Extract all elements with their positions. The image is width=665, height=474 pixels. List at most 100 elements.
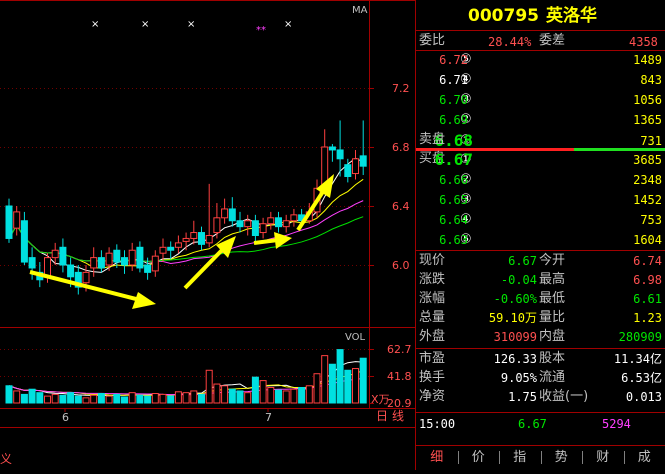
volume-bar xyxy=(268,387,274,403)
candle xyxy=(360,120,366,175)
vol-tick-1: 62.7 xyxy=(387,343,412,357)
volume-bar xyxy=(222,386,228,403)
candle xyxy=(237,212,243,233)
sell-level-price[interactable]: 6.72 xyxy=(439,53,468,67)
tab-4[interactable]: 财 xyxy=(582,445,624,470)
volume-bar xyxy=(145,396,151,403)
candle xyxy=(206,184,212,247)
candle xyxy=(214,203,220,238)
volume-bar xyxy=(160,394,166,403)
weicha-value: 4358 xyxy=(629,35,658,49)
stock-code: 000795 xyxy=(468,6,539,26)
quote-label: 涨幅 xyxy=(419,292,445,306)
fund-value: 6.53亿 xyxy=(621,371,662,385)
volume-bar xyxy=(114,394,120,403)
left-edge-tab[interactable]: 义 xyxy=(0,452,12,466)
volume-bar xyxy=(299,387,305,403)
volume-bar xyxy=(6,386,12,403)
tick-volume: 5294 xyxy=(602,417,631,431)
volume-bar xyxy=(360,358,366,403)
volume-bar xyxy=(314,374,320,403)
fund-label: 流通 xyxy=(539,371,565,385)
quote-value: 6.74 xyxy=(633,254,662,268)
sell-level-price[interactable]: 6.71 xyxy=(439,73,468,87)
volume-bar xyxy=(252,377,258,403)
candle xyxy=(337,120,343,176)
candle xyxy=(75,265,81,295)
volume-bar xyxy=(21,394,27,403)
sell-level-price[interactable]: 6.70 xyxy=(439,93,468,107)
quote-label: 最高 xyxy=(539,273,565,287)
price-tick-4: 6.0 xyxy=(392,259,410,273)
candle xyxy=(21,212,27,265)
volume-bar xyxy=(322,356,328,403)
tick-time: 15:00 xyxy=(419,417,455,431)
volume-bar xyxy=(168,396,174,403)
kline-chart-area[interactable]: × × × ** × MA 7.2 6.8 6.4 6.0 VOL 62.7 4… xyxy=(0,0,416,470)
volume-bar xyxy=(45,396,51,403)
buy-level-price[interactable]: 6.66 xyxy=(439,173,468,187)
candle xyxy=(183,233,189,251)
tab-1[interactable]: 价 xyxy=(458,445,500,470)
quote-label: 量比 xyxy=(539,311,565,325)
volume-bar xyxy=(106,396,112,403)
quote-label: 内盘 xyxy=(539,330,565,344)
candle xyxy=(245,215,251,236)
price-tick-3: 6.4 xyxy=(392,200,410,214)
period-tab-line[interactable]: 线 xyxy=(392,409,404,423)
candle xyxy=(137,241,143,272)
buy-level-volume: 1604 xyxy=(633,233,662,247)
tab-2[interactable]: 指 xyxy=(499,445,541,470)
volume-bar xyxy=(237,391,243,403)
quote-value: 1.23 xyxy=(633,311,662,325)
quote-panel: 000795 英洛华 委比 28.44% 委差 4358 ⑤6.721489④6… xyxy=(416,0,665,445)
volume-bar xyxy=(229,389,235,403)
tab-3[interactable]: 势 xyxy=(541,445,583,470)
quote-label: 总量 xyxy=(419,311,445,325)
volume-bar xyxy=(60,395,66,403)
fund-value: 126.33 xyxy=(494,352,537,366)
buy-level-price[interactable]: 6.67 xyxy=(434,151,473,168)
marker-x-4: × xyxy=(284,18,292,32)
price-tick-1: 7.2 xyxy=(392,82,410,96)
vol-label: VOL xyxy=(345,331,365,345)
marker-x-3: × xyxy=(187,18,195,32)
sell-level-price[interactable]: 6.69 xyxy=(439,113,468,127)
fund-label: 股本 xyxy=(539,352,565,366)
kline-chart-svg[interactable] xyxy=(0,0,416,470)
volume-bar xyxy=(283,391,289,403)
quote-label: 最低 xyxy=(539,292,565,306)
sell-label: 卖盘 xyxy=(419,133,445,147)
buy-level-price[interactable]: 6.65 xyxy=(439,193,468,207)
volume-bar xyxy=(83,398,89,403)
period-tab-day[interactable]: 日 xyxy=(376,409,388,423)
tick-price: 6.67 xyxy=(518,417,547,431)
candle xyxy=(276,212,282,233)
tab-5[interactable]: 成 xyxy=(624,445,665,470)
candle xyxy=(283,215,289,233)
volume-bar xyxy=(122,397,128,403)
marker-x-1: × xyxy=(91,18,99,32)
fund-label: 净资 xyxy=(419,390,445,404)
buy-level-price[interactable]: 6.63 xyxy=(439,233,468,247)
quote-label: 现价 xyxy=(419,254,445,268)
volume-bar xyxy=(306,386,312,403)
volume-bar xyxy=(329,364,335,403)
volume-bar xyxy=(276,390,282,403)
buy-level-volume: 3685 xyxy=(633,153,662,167)
quote-value: 6.98 xyxy=(633,273,662,287)
candle xyxy=(291,209,297,227)
candle xyxy=(14,206,20,236)
x-label-6: 6 xyxy=(62,411,69,425)
volume-bar xyxy=(337,350,343,403)
volume-bar xyxy=(98,394,104,403)
candle xyxy=(199,227,205,251)
quote-value: -0.60% xyxy=(494,292,537,306)
candle xyxy=(191,221,197,245)
fund-value: 1.75 xyxy=(508,390,537,404)
buy-level-price[interactable]: 6.64 xyxy=(439,213,468,227)
fund-value: 9.05% xyxy=(501,371,537,385)
weibi-value: 28.44% xyxy=(488,35,531,49)
volume-bar xyxy=(52,394,58,403)
tab-0[interactable]: 细 xyxy=(416,445,458,470)
